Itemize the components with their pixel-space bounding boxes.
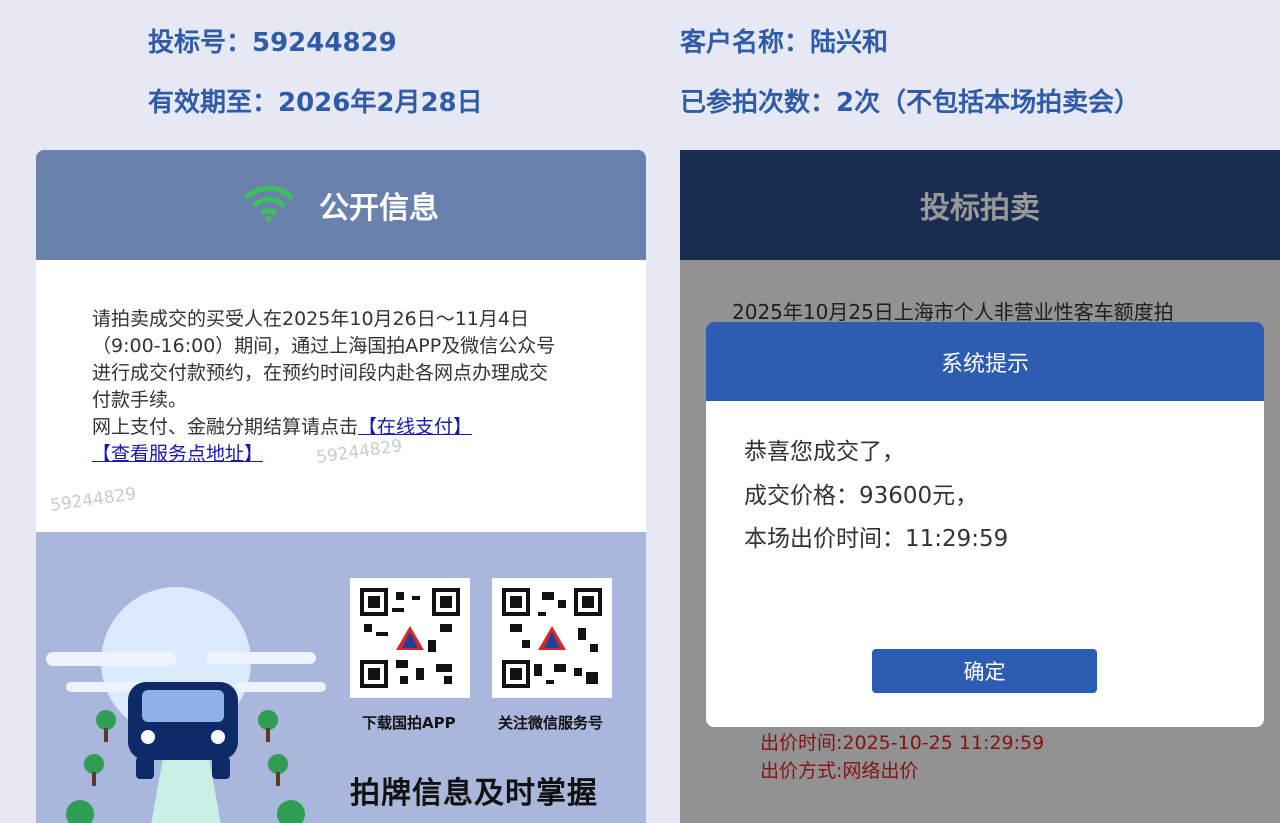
wechat-qr-label: 关注微信服务号 [498, 714, 604, 732]
notice-line: 付款手续。 [92, 389, 188, 411]
dialog-title: 系统提示 [706, 322, 1264, 401]
app-promo-banner: 下载国拍APP 关注微信服务号 拍牌信息及时掌握 [36, 532, 646, 823]
notice-line: 请拍卖成交的买受人在2025年10月26日～11月4日 [92, 308, 529, 330]
participation-count: 已参拍次数：2次（不包括本场拍卖会） [680, 88, 1141, 118]
car-illustration [46, 587, 326, 823]
bid-number: 投标号：59244829 [148, 28, 397, 58]
service-points-link[interactable]: 【查看服务点地址】 [92, 443, 263, 465]
app-qr-label: 下载国拍APP [362, 714, 456, 732]
bid-time-message: 本场出价时间：11:29:59 [744, 526, 1009, 552]
promo-slogan: 拍牌信息及时掌握 [350, 776, 598, 811]
system-prompt-dialog: 系统提示 恭喜您成交了， 成交价格：93600元， 本场出价时间：11:29:5… [706, 322, 1264, 727]
app-qr-code[interactable] [350, 578, 470, 698]
online-pay-link[interactable]: 【在线支付】 [358, 416, 472, 438]
public-info-panel: 公开信息 请拍卖成交的买受人在2025年10月26日～11月4日 （9:00-1… [36, 150, 646, 823]
wechat-qr-code[interactable] [492, 578, 612, 698]
deal-price: 成交价格：93600元， [744, 483, 979, 509]
qr-icon [502, 588, 602, 688]
qr-icon [360, 588, 460, 688]
customer-name: 客户名称：陆兴和 [680, 28, 889, 58]
confirm-button[interactable]: 确定 [872, 649, 1097, 693]
public-info-title: 公开信息 [319, 191, 439, 226]
wifi-icon [243, 183, 295, 227]
notice-line: 网上支付、金融分期结算请点击【在线支付】 [92, 416, 473, 438]
congrats-message: 恭喜您成交了， [744, 439, 905, 465]
watermark: 59244829 [49, 484, 138, 516]
valid-until: 有效期至：2026年2月28日 [148, 88, 483, 118]
notice-line: 进行成交付款预约，在预约时间段内赴各网点办理成交 [92, 362, 549, 384]
notice-line: （9:00-16:00）期间，通过上海国拍APP及微信公众号 [92, 335, 556, 357]
public-info-header: 公开信息 [36, 150, 646, 260]
